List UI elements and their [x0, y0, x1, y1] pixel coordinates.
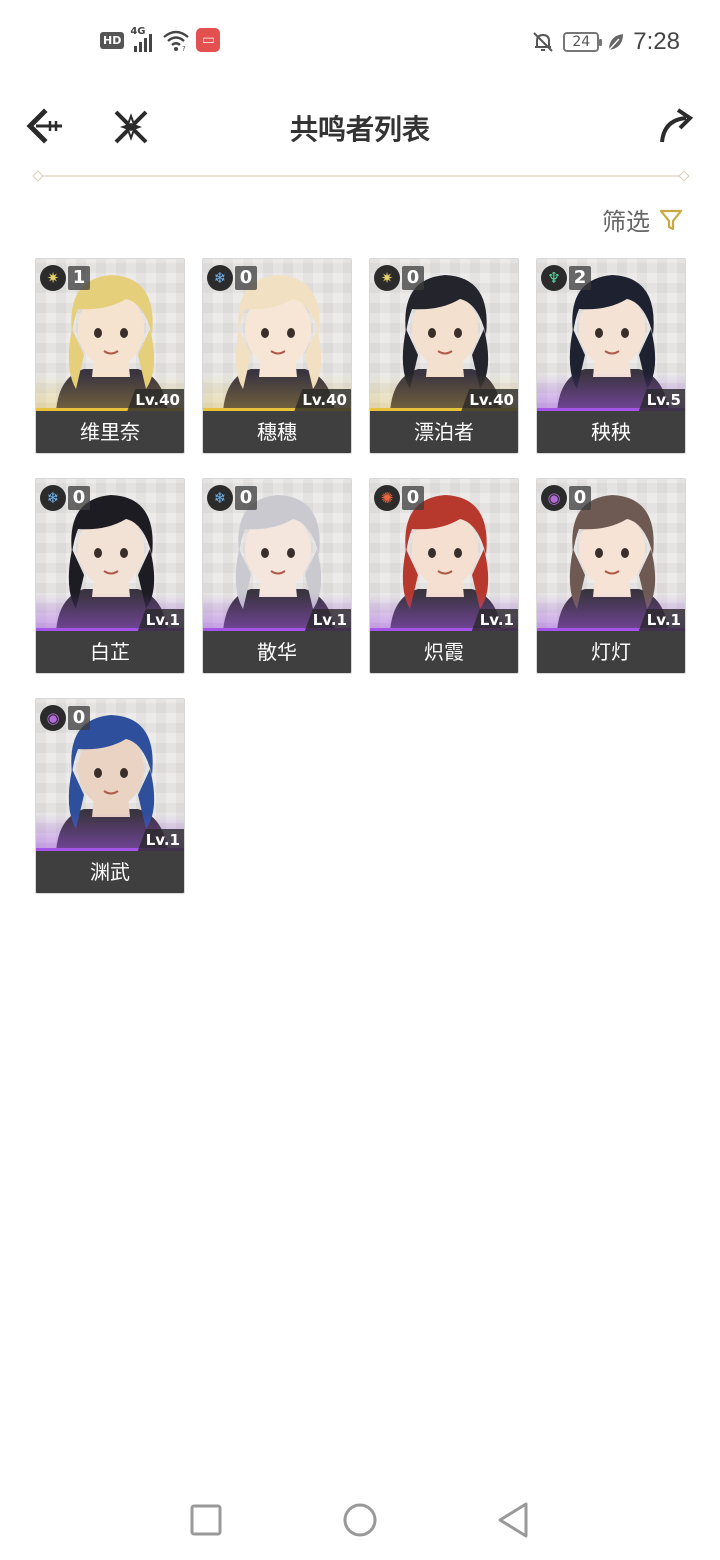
character-level: Lv.40	[127, 389, 184, 411]
battery-icon: 24	[563, 32, 603, 52]
status-right: 24 7:28	[531, 28, 680, 56]
resonance-chain-count: 0	[235, 266, 257, 290]
resonance-chain-count: 0	[235, 486, 257, 510]
header: 共鸣者列表	[0, 96, 720, 160]
character-name: 炽霞	[370, 631, 518, 673]
character-level: Lv.40	[461, 389, 518, 411]
resonance-chain-count: 0	[68, 706, 90, 730]
header-divider	[32, 170, 690, 182]
filter-button[interactable]: 筛选	[602, 202, 684, 237]
spectro-icon: ✷	[40, 265, 66, 291]
character-card[interactable]: ✷ 0 Lv.40 漂泊者	[369, 258, 519, 454]
resonance-chain-count: 0	[569, 486, 591, 510]
character-level: Lv.1	[638, 609, 685, 631]
home-button[interactable]	[340, 1500, 380, 1540]
resonance-chain-count: 2	[569, 266, 591, 290]
resonance-chain-count: 0	[402, 266, 424, 290]
character-name: 散华	[203, 631, 351, 673]
character-card[interactable]: ❄ 0 Lv.1 白芷	[35, 478, 185, 674]
character-card[interactable]: ✺ 0 Lv.1 炽霞	[369, 478, 519, 674]
character-level: Lv.1	[137, 609, 184, 631]
share-arrow-icon[interactable]	[658, 106, 694, 146]
fusion-icon: ✺	[374, 485, 400, 511]
character-card[interactable]: ♆ 2 Lv.5 秧秧	[536, 258, 686, 454]
character-card[interactable]: ❄ 0 Lv.40 穗穗	[202, 258, 352, 454]
character-grid: ✷ 1 Lv.40 维里奈 ❄ 0 Lv.40 穗穗 ✷ 0 Lv.40 漂泊者…	[35, 258, 686, 894]
book-app-icon: ▭	[196, 28, 221, 52]
glacio-icon: ❄	[207, 265, 233, 291]
character-name: 秧秧	[537, 411, 685, 453]
character-level: Lv.1	[471, 609, 518, 631]
character-level: Lv.40	[294, 389, 351, 411]
aero-icon: ♆	[541, 265, 567, 291]
character-name: 白芷	[36, 631, 184, 673]
mute-bell-icon	[533, 32, 553, 52]
character-level: Lv.1	[304, 609, 351, 631]
character-name: 灯灯	[537, 631, 685, 673]
glacio-icon: ❄	[40, 485, 66, 511]
wifi-icon: ?	[163, 30, 190, 52]
havoc-icon: ◉	[541, 485, 567, 511]
system-nav-bar	[0, 1480, 720, 1560]
character-name: 穗穗	[203, 411, 351, 453]
spectro-icon: ✷	[374, 265, 400, 291]
character-card[interactable]: ✷ 1 Lv.40 维里奈	[35, 258, 185, 454]
character-card[interactable]: ❄ 0 Lv.1 散华	[202, 478, 352, 674]
back-nav-button[interactable]	[494, 1500, 534, 1540]
cell-signal-icon: 4G	[130, 26, 156, 52]
svg-text:?: ?	[182, 45, 186, 52]
recent-apps-button[interactable]	[186, 1500, 226, 1540]
glacio-icon: ❄	[207, 485, 233, 511]
character-level: Lv.1	[137, 829, 184, 851]
resonance-chain-count: 1	[68, 266, 90, 290]
character-name: 渊武	[36, 851, 184, 893]
character-name: 维里奈	[36, 411, 184, 453]
resonance-chain-count: 0	[402, 486, 424, 510]
filter-label: 筛选	[602, 208, 650, 236]
clock: 7:28	[633, 28, 680, 55]
status-bar: HD 4G ? ▭ 24 7:28	[0, 0, 720, 84]
character-level: Lv.5	[638, 389, 685, 411]
leaf-icon	[608, 34, 624, 51]
resonance-chain-count: 0	[68, 486, 90, 510]
filter-funnel-icon	[659, 209, 683, 230]
character-card[interactable]: ◉ 0 Lv.1 渊武	[35, 698, 185, 894]
character-card[interactable]: ◉ 0 Lv.1 灯灯	[536, 478, 686, 674]
havoc-icon: ◉	[40, 705, 66, 731]
page-title: 共鸣者列表	[289, 113, 430, 146]
character-name: 漂泊者	[370, 411, 518, 453]
hd-badge: HD	[100, 31, 125, 49]
status-left: HD 4G ? ▭	[100, 26, 221, 52]
